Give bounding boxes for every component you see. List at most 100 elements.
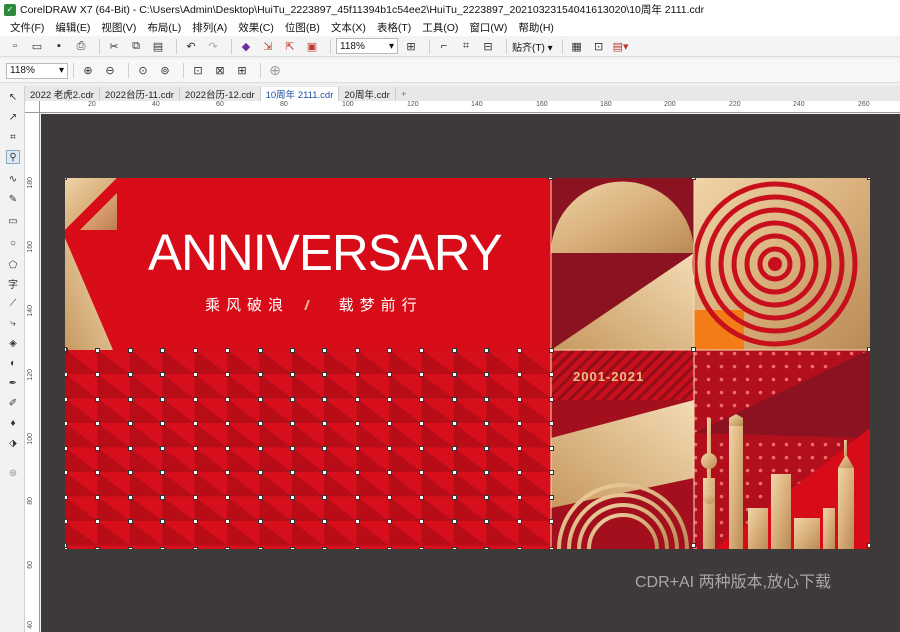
node-handle[interactable] xyxy=(225,470,230,475)
grid-icon[interactable]: ⌗ xyxy=(457,37,475,55)
node-handle[interactable] xyxy=(484,397,489,402)
node-handle[interactable] xyxy=(484,372,489,377)
node-handle[interactable] xyxy=(517,397,522,402)
node-handle[interactable] xyxy=(484,495,489,500)
node-handle[interactable] xyxy=(128,519,133,524)
node-handle[interactable] xyxy=(355,495,360,500)
node-handle[interactable] xyxy=(517,470,522,475)
node-handle[interactable] xyxy=(193,470,198,475)
node-handle[interactable] xyxy=(452,470,457,475)
node-handle[interactable] xyxy=(95,519,100,524)
node-handle[interactable] xyxy=(322,372,327,377)
node-handle[interactable] xyxy=(225,397,230,402)
node-handle[interactable] xyxy=(193,397,198,402)
node-handle[interactable] xyxy=(549,495,554,500)
node-handle[interactable] xyxy=(290,547,295,549)
selection-handle[interactable] xyxy=(65,543,67,548)
node-handle[interactable] xyxy=(193,372,198,377)
tab-document[interactable]: 2022台历-12.cdr xyxy=(180,87,261,101)
node-handle[interactable] xyxy=(290,397,295,402)
node-handle[interactable] xyxy=(355,547,360,549)
node-handle[interactable] xyxy=(387,421,392,426)
selection-handle[interactable] xyxy=(867,347,870,352)
node-handle[interactable] xyxy=(452,495,457,500)
tab-document[interactable]: 2022 老虎2.cdr xyxy=(25,87,100,101)
import-icon[interactable]: ⇲ xyxy=(259,37,277,55)
node-handle[interactable] xyxy=(517,421,522,426)
node-handle[interactable] xyxy=(225,446,230,451)
node-handle[interactable] xyxy=(549,397,554,402)
ruler-origin[interactable] xyxy=(25,101,40,113)
node-handle[interactable] xyxy=(160,470,165,475)
new-document-icon[interactable]: ▫ xyxy=(6,37,24,55)
freehand-tool-icon[interactable]: ∿ xyxy=(6,172,20,186)
propbar-zoom-select[interactable]: 118% ▾ xyxy=(6,62,68,79)
node-handle[interactable] xyxy=(225,421,230,426)
application-launcher-icon[interactable]: ⊡ xyxy=(590,37,608,55)
menu-edit[interactable]: 编辑(E) xyxy=(51,20,97,35)
node-handle[interactable] xyxy=(549,446,554,451)
node-handle[interactable] xyxy=(225,547,230,549)
node-handle[interactable] xyxy=(452,397,457,402)
node-handle[interactable] xyxy=(128,397,133,402)
node-handle[interactable] xyxy=(322,519,327,524)
node-handle[interactable] xyxy=(193,495,198,500)
node-handle[interactable] xyxy=(484,547,489,549)
drawing-canvas[interactable]: ANNIVERSARY 乘风破浪 载梦前行 2001-2021 CDR+AI 两… xyxy=(41,114,900,632)
node-handle[interactable] xyxy=(452,372,457,377)
paste-icon[interactable]: ▤ xyxy=(149,37,167,55)
node-handle[interactable] xyxy=(193,446,198,451)
polygon-tool-icon[interactable]: ⬠ xyxy=(6,258,20,272)
node-handle[interactable] xyxy=(549,470,554,475)
node-handle[interactable] xyxy=(193,547,198,549)
open-icon[interactable]: ▭ xyxy=(28,37,46,55)
connector-tool-icon[interactable]: ⤷ xyxy=(6,316,20,330)
node-handle[interactable] xyxy=(517,348,522,353)
selection-handle[interactable] xyxy=(867,543,870,548)
tab-document[interactable]: 20周年.cdr xyxy=(339,87,396,101)
node-handle[interactable] xyxy=(484,519,489,524)
publish-pdf-icon[interactable]: ▣ xyxy=(303,37,321,55)
parallel-dimension-icon[interactable]: ⟋ xyxy=(6,296,20,310)
node-handle[interactable] xyxy=(355,446,360,451)
launcher-dropdown-icon[interactable]: ▤▾ xyxy=(612,37,630,55)
headline[interactable]: ANNIVERSARY xyxy=(148,227,503,278)
node-handle[interactable] xyxy=(65,446,68,451)
node-handle[interactable] xyxy=(258,470,263,475)
menu-tools[interactable]: 工具(O) xyxy=(418,20,465,35)
tab-document[interactable]: 2022台历-11.cdr xyxy=(100,87,180,101)
undo-icon[interactable]: ↶ xyxy=(182,37,200,55)
tab-document-active[interactable]: 10周年 2111.cdr xyxy=(260,87,340,101)
text-tool-icon[interactable]: 字 xyxy=(6,276,20,291)
pick-tool-icon[interactable]: ↖ xyxy=(6,90,20,104)
node-handle[interactable] xyxy=(355,421,360,426)
node-handle[interactable] xyxy=(128,372,133,377)
artistic-media-icon[interactable]: ✎ xyxy=(6,192,20,206)
zoom-tool-icon[interactable]: ⚲ xyxy=(6,150,20,164)
node-handle[interactable] xyxy=(517,547,522,549)
node-handle[interactable] xyxy=(549,547,554,549)
node-handle[interactable] xyxy=(160,446,165,451)
node-handle[interactable] xyxy=(258,495,263,500)
node-handle[interactable] xyxy=(65,397,68,402)
search-content-icon[interactable]: ◆ xyxy=(237,37,255,55)
node-handle[interactable] xyxy=(225,372,230,377)
node-handle[interactable] xyxy=(452,446,457,451)
node-handle[interactable] xyxy=(290,372,295,377)
menu-view[interactable]: 视图(V) xyxy=(97,20,143,35)
redo-icon[interactable]: ↷ xyxy=(204,37,222,55)
node-handle[interactable] xyxy=(160,519,165,524)
node-handle[interactable] xyxy=(95,446,100,451)
node-handle[interactable] xyxy=(160,348,165,353)
node-handle[interactable] xyxy=(517,495,522,500)
node-handle[interactable] xyxy=(355,470,360,475)
node-handle[interactable] xyxy=(549,519,554,524)
node-handle[interactable] xyxy=(484,348,489,353)
node-handle[interactable] xyxy=(258,372,263,377)
artwork-banner[interactable]: ANNIVERSARY 乘风破浪 载梦前行 2001-2021 xyxy=(65,178,870,549)
node-handle[interactable] xyxy=(452,547,457,549)
node-handle[interactable] xyxy=(128,495,133,500)
node-handle[interactable] xyxy=(65,372,68,377)
node-handle[interactable] xyxy=(128,470,133,475)
node-handle[interactable] xyxy=(225,495,230,500)
